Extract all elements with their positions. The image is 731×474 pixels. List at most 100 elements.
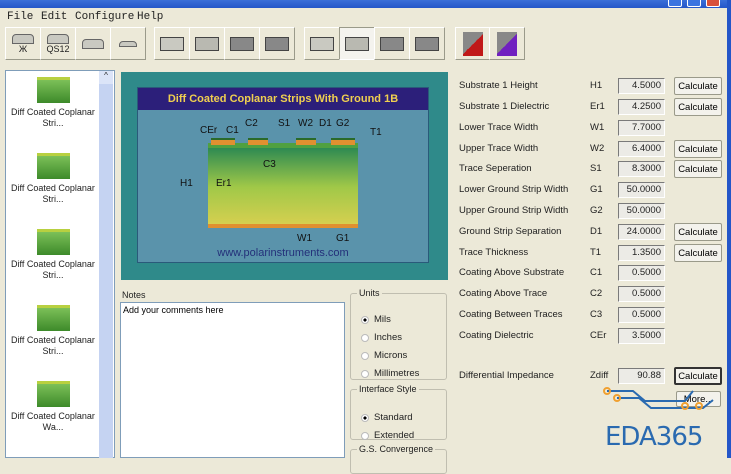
title-bar	[0, 0, 731, 8]
maximize-button[interactable]	[687, 0, 701, 7]
embedded-structure-icon	[265, 36, 289, 51]
radio-standard[interactable]: Standard	[361, 412, 413, 423]
param-symbol: G2	[590, 205, 603, 216]
param-label: Ground Strip Separation	[459, 226, 562, 237]
param-input-d1[interactable]: 24.0000	[618, 224, 665, 240]
param-input-g2[interactable]: 50.0000	[618, 203, 665, 219]
menu-edit[interactable]: Edit	[41, 11, 67, 23]
trace-icon	[47, 33, 69, 44]
param-input-er1[interactable]: 4.2500	[618, 99, 665, 115]
param-input-c2[interactable]: 0.5000	[618, 286, 665, 302]
notes-label: Notes	[122, 290, 146, 300]
tool-export-red[interactable]	[455, 27, 491, 60]
label-h1: H1	[180, 178, 193, 189]
library-item[interactable]: Diff Coated Coplanar Stri...	[6, 77, 100, 129]
param-input-w2[interactable]: 6.4000	[618, 141, 665, 157]
tool-diff-trace[interactable]	[110, 27, 146, 60]
tool-single-trace[interactable]	[75, 27, 111, 60]
minimize-button[interactable]	[668, 0, 682, 7]
param-symbol: C2	[590, 288, 603, 299]
calculate-s1-button[interactable]: Calculate	[674, 160, 722, 178]
param-row-s1: Trace Seperation S1 8.3000 Calculate	[459, 160, 724, 178]
tool-embedded-1[interactable]	[224, 27, 260, 60]
calculate-t1-button[interactable]: Calculate	[674, 244, 722, 262]
tool-coplanar-3[interactable]	[374, 27, 410, 60]
menu-help[interactable]: Help	[137, 11, 163, 23]
tool-label: Ж	[18, 43, 28, 54]
tool-qs12[interactable]: QS12	[40, 27, 76, 60]
diff-trace-icon	[119, 40, 137, 47]
radio-extended[interactable]: Extended	[361, 430, 414, 441]
notes-textarea[interactable]: Add your comments here	[120, 302, 345, 458]
structure-diagram: Diff Coated Coplanar Strips With Ground …	[121, 72, 448, 280]
tool-surface-x[interactable]: Ж	[5, 27, 41, 60]
zdiff-output[interactable]: 90.88	[618, 368, 665, 384]
library-item-label: Diff Coated Coplanar Stri...	[11, 259, 95, 280]
library-scrollbar[interactable]: ^	[99, 71, 113, 458]
tool-label: QS12	[46, 43, 70, 54]
calculate-zdiff-button[interactable]: Calculate	[674, 367, 722, 385]
tool-export-purple[interactable]	[489, 27, 525, 60]
param-row-c1: Coating Above Substrate C1 0.5000	[459, 264, 724, 282]
param-label: Substrate 1 Height	[459, 80, 538, 91]
param-input-c3[interactable]: 0.5000	[618, 307, 665, 323]
label-c1: C1	[226, 125, 239, 136]
radio-millimetres[interactable]: Millimetres	[361, 368, 419, 379]
param-input-t1[interactable]: 1.3500	[618, 245, 665, 261]
param-label: Differential Impedance	[459, 370, 554, 381]
radio-label: Inches	[374, 332, 402, 343]
param-input-c1[interactable]: 0.5000	[618, 265, 665, 281]
interface-style-group: Interface Style Standard Extended	[350, 384, 447, 441]
menu-configure[interactable]: Configure	[75, 11, 134, 23]
tool-coated-1[interactable]	[154, 27, 190, 60]
param-row-zdiff: Differential Impedance Zdiff 90.88 Calcu…	[459, 367, 724, 385]
calculate-er1-button[interactable]: Calculate	[674, 98, 722, 116]
ground-strip-shape	[331, 138, 355, 145]
structure-icon	[36, 77, 70, 103]
library-item[interactable]: Diff Coated Coplanar Stri...	[6, 305, 100, 357]
tool-coplanar-4[interactable]	[409, 27, 445, 60]
library-item[interactable]: Diff Coated Coplanar Stri...	[6, 229, 100, 281]
radio-label: Microns	[374, 350, 408, 361]
param-row-w1: Lower Trace Width W1 7.7000	[459, 119, 724, 137]
menu-file[interactable]: File	[7, 11, 33, 23]
param-symbol: Zdiff	[590, 370, 609, 381]
tool-coplanar-1[interactable]	[304, 27, 340, 60]
label-cer: CEr	[200, 125, 218, 136]
library-item[interactable]: Diff Coated Coplanar Stri...	[6, 153, 100, 205]
radio-label: Extended	[374, 430, 415, 441]
param-input-h1[interactable]: 4.5000	[618, 78, 665, 94]
ground-strip-shape	[211, 138, 235, 145]
param-input-w1[interactable]: 7.7000	[618, 120, 665, 136]
tool-coated-2[interactable]	[189, 27, 225, 60]
param-input-s1[interactable]: 8.3000	[618, 161, 665, 177]
units-label: Units	[359, 288, 380, 298]
param-symbol: Er1	[590, 101, 605, 112]
label-g1: G1	[336, 233, 350, 244]
label-t1: T1	[370, 127, 382, 138]
param-label: Coating Above Substrate	[459, 267, 565, 278]
param-label: Substrate 1 Dielectric	[459, 101, 550, 112]
tool-embedded-2[interactable]	[259, 27, 295, 60]
param-input-g1[interactable]: 50.0000	[618, 182, 665, 198]
param-symbol: D1	[590, 226, 603, 237]
library-item[interactable]: Diff Coated Coplanar Wa...	[6, 381, 100, 433]
radio-inches[interactable]: Inches	[361, 332, 402, 343]
calculate-d1-button[interactable]: Calculate	[674, 223, 722, 241]
param-symbol: G1	[590, 184, 603, 195]
close-button[interactable]	[706, 0, 720, 7]
param-input-cer[interactable]: 3.5000	[618, 328, 665, 344]
label-c3: C3	[263, 159, 276, 170]
circuit-trace-icon	[603, 387, 714, 410]
window-border	[727, 0, 731, 458]
embedded-structure-icon	[230, 36, 254, 51]
calculate-w2-button[interactable]: Calculate	[674, 140, 722, 158]
trace-shape	[296, 138, 316, 145]
radio-microns[interactable]: Microns	[361, 350, 407, 361]
radio-mils[interactable]: Mils	[361, 314, 391, 325]
ground-plane-shape	[208, 224, 358, 228]
calculate-h1-button[interactable]: Calculate	[674, 77, 722, 95]
tool-coplanar-2[interactable]	[339, 27, 375, 60]
scroll-up-icon[interactable]: ^	[99, 71, 113, 84]
convergence-group: G.S. Convergence	[350, 444, 447, 474]
